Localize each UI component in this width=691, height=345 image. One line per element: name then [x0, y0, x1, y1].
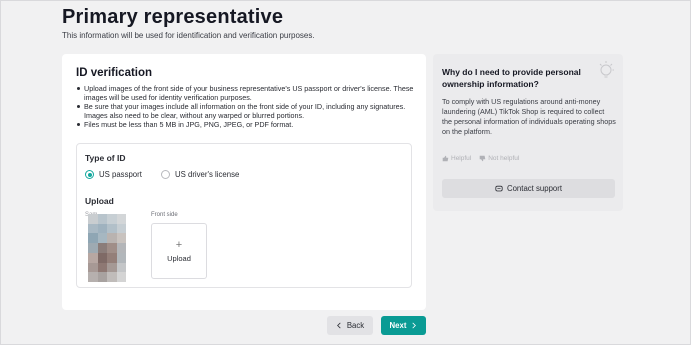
upload-button-label: Upload — [167, 253, 191, 263]
contact-support-label: Contact support — [506, 184, 563, 193]
page-subtitle: This information will be used for identi… — [62, 31, 315, 40]
id-form-box: Type of ID US passport US driver's licen… — [76, 143, 412, 288]
next-button[interactable]: Next — [381, 316, 426, 335]
chat-icon — [495, 185, 503, 191]
next-label: Next — [389, 321, 407, 330]
plus-icon: + — [175, 238, 183, 251]
not-helpful-label: Not helpful — [488, 155, 520, 162]
radio-label: US driver's license — [175, 170, 240, 179]
instruction-item: Upload images of the front side of your … — [76, 84, 418, 102]
helpful-button[interactable]: Helpful — [442, 155, 471, 162]
radio-us-drivers-license[interactable]: US driver's license — [161, 170, 239, 179]
contact-support-button[interactable]: Contact support — [442, 179, 615, 198]
radio-unchecked-icon[interactable] — [161, 170, 170, 179]
help-body: To comply with US regulations around ant… — [442, 97, 616, 136]
radio-label: US passport — [99, 170, 142, 179]
not-helpful-button[interactable]: Not helpful — [479, 155, 519, 162]
help-panel: Why do I need to provide personal owners… — [433, 54, 623, 211]
id-verification-card: ID verification Upload images of the fro… — [62, 54, 426, 310]
type-of-id-label: Type of ID — [85, 153, 126, 163]
section-title: ID verification — [76, 67, 153, 79]
back-button[interactable]: Back — [327, 316, 373, 335]
upload-front-side-button[interactable]: + Upload — [151, 223, 207, 279]
helpful-label: Helpful — [451, 155, 472, 162]
thumbs-up-icon — [442, 155, 449, 162]
lightbulb-icon — [599, 61, 614, 78]
sample-passport-image — [88, 214, 126, 282]
feedback-row: Helpful Not helpful — [442, 155, 519, 162]
help-title: Why do I need to provide personal owners… — [442, 67, 581, 89]
upload-label: Upload — [85, 196, 114, 206]
chevron-right-icon — [412, 322, 417, 329]
back-label: Back — [346, 321, 365, 330]
chevron-left-icon — [336, 322, 341, 329]
instructions-list: Upload images of the front side of your … — [76, 84, 418, 129]
front-side-label: Front side — [151, 212, 178, 218]
instruction-item: Be sure that your images include all inf… — [76, 102, 418, 120]
page-title: Primary representative — [62, 6, 284, 28]
radio-checked-icon[interactable] — [85, 170, 94, 179]
thumbs-down-icon — [479, 155, 486, 162]
radio-us-passport[interactable]: US passport — [85, 170, 142, 179]
instruction-item: Files must be less than 5 MB in JPG, PNG… — [76, 120, 418, 129]
